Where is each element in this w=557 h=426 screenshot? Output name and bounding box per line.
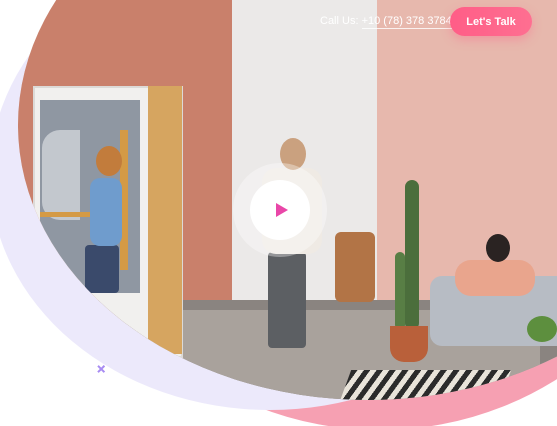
striped-rug	[338, 370, 512, 400]
cactus-tall	[405, 180, 419, 330]
sofa-woman-head	[486, 234, 510, 262]
booth-glass	[42, 130, 80, 220]
play-video-button[interactable]	[250, 180, 310, 240]
woman-head	[96, 146, 122, 176]
lounge-chair	[335, 232, 375, 302]
booth-desk	[40, 212, 90, 217]
man-legs	[268, 252, 306, 348]
lets-talk-button[interactable]: Let's Talk	[450, 7, 532, 36]
phone-booth-side	[148, 86, 182, 354]
sofa-woman-figure	[455, 260, 535, 296]
hero-section: Call Us: +10 (78) 378 3784 Let's Talk +	[0, 0, 557, 426]
potted-plant	[527, 316, 557, 342]
play-icon	[276, 203, 288, 217]
cactus-small	[395, 252, 405, 330]
call-us-label: Call Us:	[320, 15, 359, 27]
cactus-pot	[390, 326, 428, 362]
woman-figure	[90, 178, 122, 246]
call-us: Call Us: +10 (78) 378 3784	[320, 15, 452, 29]
phone-number-link[interactable]: +10 (78) 378 3784	[361, 15, 452, 29]
woman-legs	[85, 245, 119, 293]
